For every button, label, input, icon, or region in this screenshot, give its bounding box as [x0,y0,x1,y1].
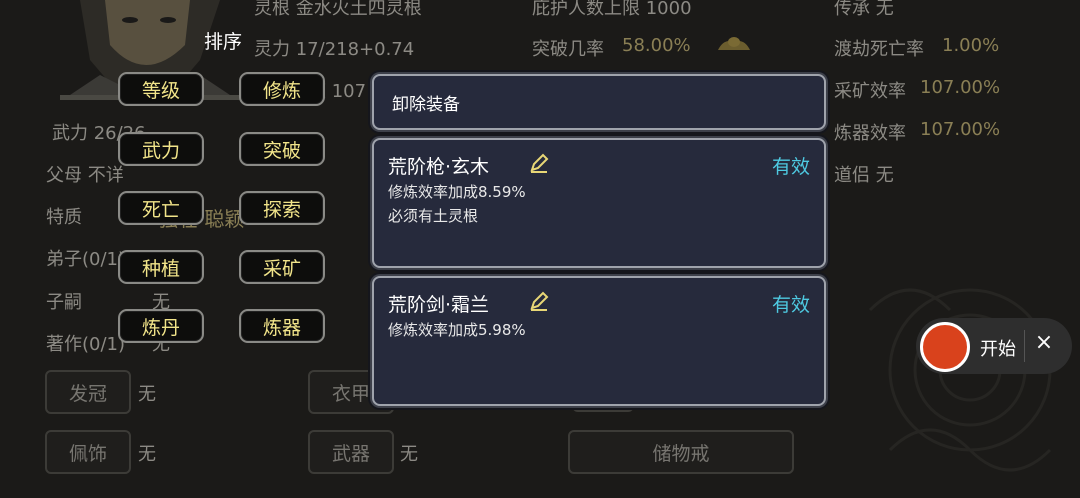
zhuzuo-stat: 著作(0/1) [46,334,126,355]
sort-plant-button[interactable]: 种植 [118,250,204,284]
swirl-decoration [868,288,1052,472]
unequip-button[interactable]: 卸除装备 [372,74,826,130]
chuwu-slot[interactable]: 储物戒 [568,430,794,474]
wuqi-value: 无 [400,444,418,465]
guan-slot[interactable]: 发冠 [45,370,131,414]
equip-status: 有效 [771,294,810,316]
pei-slot[interactable]: 佩饰 [45,430,131,474]
tezhi-label: 特质 [46,207,82,228]
sort-forging-button[interactable]: 炼器 [239,309,325,343]
equip-status: 有效 [771,156,810,178]
dujie-label: 渡劫死亡率 [834,39,924,60]
equip-effect: 修炼效率加成5.98% [388,321,526,339]
lianqi-label: 炼器效率 [834,123,906,144]
sort-breakthrough-button[interactable]: 突破 [239,132,325,166]
guan-value: 无 [138,384,156,405]
lianqi-value: 107.00% [920,119,1001,140]
sort-title: 排序 [204,31,243,53]
edit-icon[interactable] [528,290,550,312]
unequip-label: 卸除装备 [392,95,460,115]
dizi-stat: 弟子(0/1) [46,249,126,270]
fumu-stat: 父母 不详 [46,165,124,186]
caikuang-label: 采矿效率 [834,81,906,102]
equip-item-card[interactable]: 荒阶剑·霜兰 有效 修炼效率加成5.98% [372,276,826,406]
daolv-stat: 道侣 无 [834,165,894,186]
sort-cultivation-button[interactable]: 修炼 [239,72,325,106]
dujie-value: 1.00% [942,35,1000,56]
tupo-value: 58.00% [622,35,691,56]
equip-item-name: 荒阶剑·霜兰 [388,294,490,316]
sort-death-button[interactable]: 死亡 [118,191,204,225]
zisi-stat: 子嗣 [46,292,82,313]
recorder-widget: 开始 × [916,318,1072,374]
wuqi-slot[interactable]: 武器 [308,430,394,474]
edit-icon[interactable] [528,152,550,174]
equip-requirement: 必须有土灵根 [388,207,479,225]
record-button[interactable] [920,322,970,372]
pei-value: 无 [138,444,156,465]
lingli-stat: 灵力 17/218+0.74 [254,39,415,60]
equip-item-card[interactable]: 荒阶枪·玄木 有效 修炼效率加成8.59% 必须有土灵根 [372,138,826,268]
equip-effect: 修炼效率加成8.59% [388,183,526,201]
close-icon[interactable]: × [1034,330,1054,355]
sort-force-button[interactable]: 武力 [118,132,204,166]
sort-alchemy-button[interactable]: 炼丹 [118,309,204,343]
sort-explore-button[interactable]: 探索 [239,191,325,225]
sort-level-button[interactable]: 等级 [118,72,204,106]
equip-item-name: 荒阶枪·玄木 [388,156,490,178]
linggen-stat: 灵根 金水火土四灵根 [254,0,422,19]
sort-mining-button[interactable]: 采矿 [239,250,325,284]
chuancheng-stat: 传承 无 [834,0,894,19]
divider [1024,330,1025,362]
bihu-stat: 庇护人数上限 1000 [532,0,692,19]
cloud-icon [718,37,750,50]
tupo-label: 突破几率 [532,39,604,60]
record-start-label[interactable]: 开始 [980,335,1016,361]
caikuang-value: 107.00% [920,77,1001,98]
